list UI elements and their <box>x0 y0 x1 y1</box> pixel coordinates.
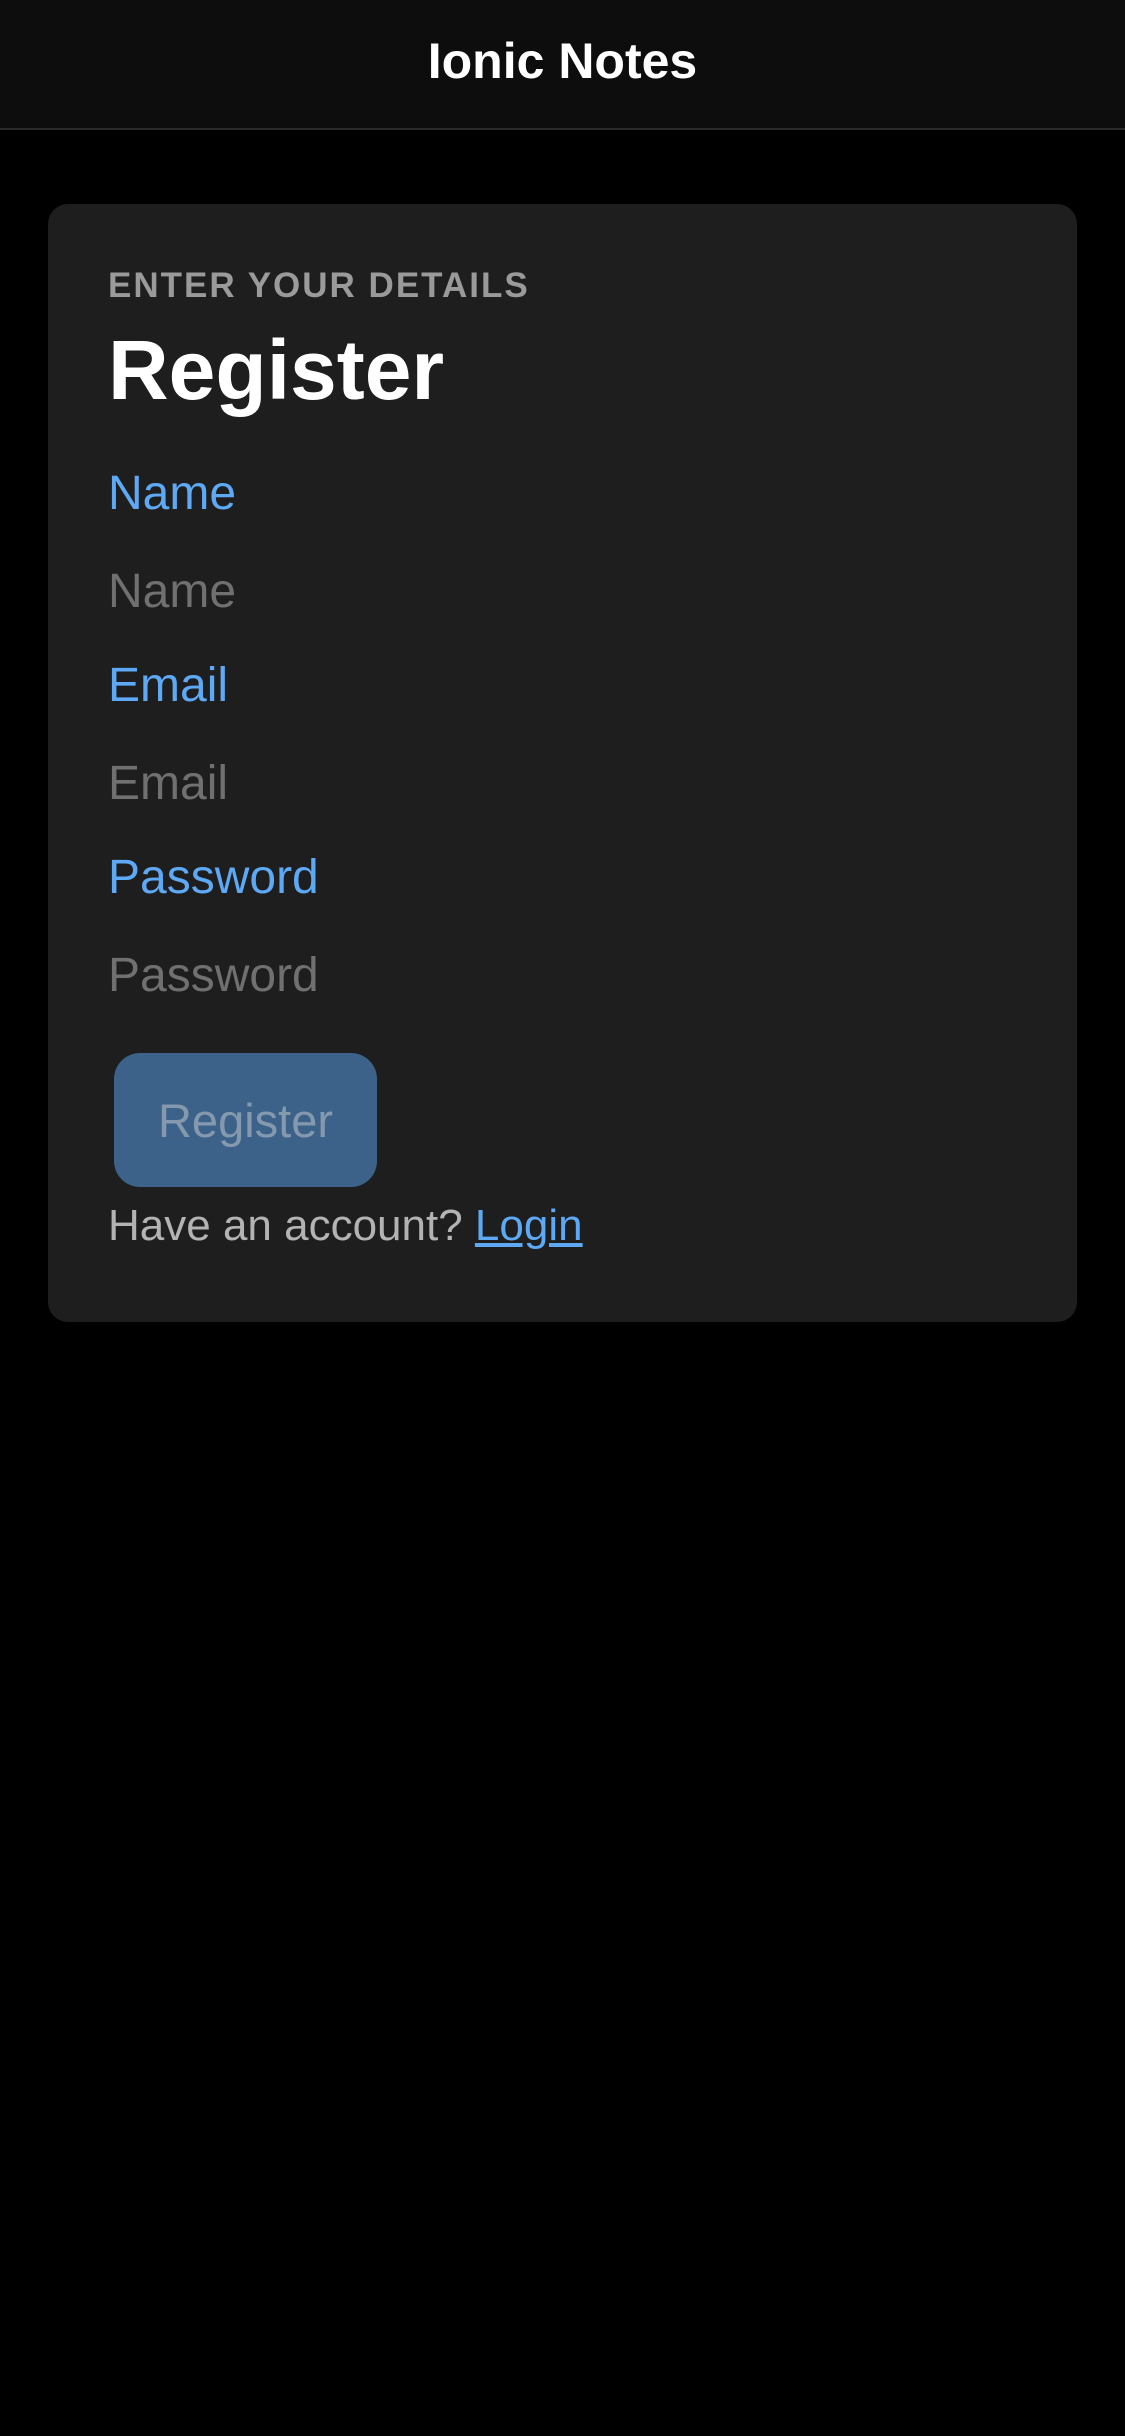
name-input[interactable] <box>108 556 1008 626</box>
register-button[interactable]: Register <box>114 1053 377 1187</box>
login-link[interactable]: Login <box>475 1201 583 1250</box>
login-prompt: Have an account? Login <box>108 1198 583 1254</box>
password-label: Password <box>108 851 319 904</box>
register-card: ENTER YOUR DETAILS Register Name Email P… <box>48 204 1077 1322</box>
password-input[interactable] <box>108 940 1008 1010</box>
login-prompt-text: Have an account? <box>108 1201 463 1250</box>
app-toolbar: Ionic Notes <box>0 0 1125 130</box>
email-label: Email <box>108 659 229 712</box>
app-title: Ionic Notes <box>427 33 698 89</box>
email-input[interactable] <box>108 748 1008 818</box>
card-subtitle: ENTER YOUR DETAILS <box>108 266 530 305</box>
name-label: Name <box>108 467 237 520</box>
card-title: Register <box>108 323 445 417</box>
